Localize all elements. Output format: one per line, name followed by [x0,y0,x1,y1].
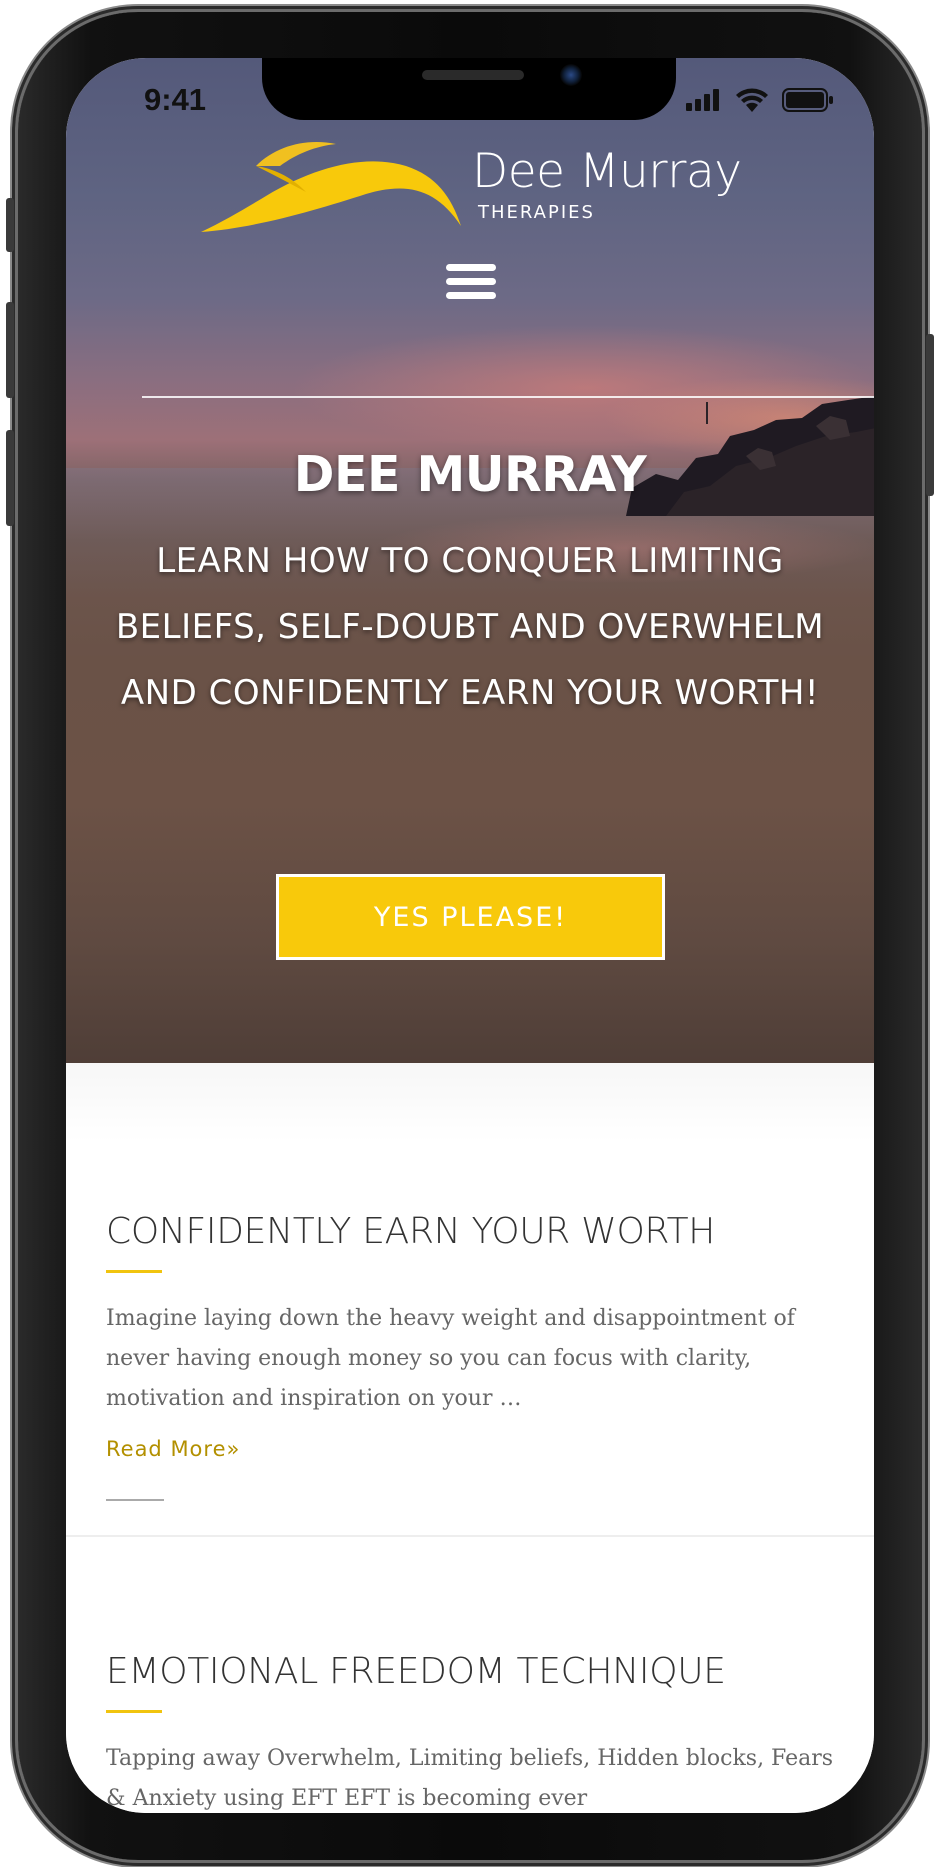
post-excerpt: Imagine laying down the heavy weight and… [106,1306,795,1411]
hero-divider [142,396,874,398]
post-excerpt: Tapping away Overwhelm, Limiting beliefs… [106,1746,834,1811]
wifi-icon [736,88,768,112]
speaker-grille [422,70,524,80]
read-more-link[interactable]: Read More» [106,1437,240,1461]
title-underline [106,1270,162,1273]
status-time: 9:41 [144,82,207,117]
post-title[interactable]: CONFIDENTLY EARN YOUR WORTH [106,1211,836,1252]
post-card: EMOTIONAL FREEDOM TECHNIQUE Tapping away… [106,1651,836,1813]
menu-bar-bottom [446,292,496,299]
status-bar: 9:41 [66,58,874,128]
menu-bar-top [446,264,496,271]
brand-name: Dee Murray [472,144,742,199]
post-separator [106,1499,164,1501]
yes-please-button[interactable]: YES PLEASE! [276,874,665,960]
side-button-volume-up [6,302,14,398]
hero-tagline: LEARN HOW TO CONQUER LIMITING BELIEFS, S… [115,541,825,713]
front-camera [560,64,582,86]
device-notch [262,58,676,120]
posts-section: CONFIDENTLY EARN YOUR WORTH Imagine layi… [66,1063,874,1813]
post-title[interactable]: EMOTIONAL FREEDOM TECHNIQUE [106,1651,836,1692]
brand-subtitle: THERAPIES [478,202,595,223]
hero-title: DEE MURRAY [293,446,647,503]
section-divider [66,1535,874,1537]
menu-bar-middle [446,278,496,285]
battery-icon [782,88,833,112]
status-icons [686,88,834,112]
side-button-silent [6,198,14,252]
post-card: CONFIDENTLY EARN YOUR WORTH Imagine layi… [106,1211,836,1501]
signal-icon [686,89,719,111]
phone-screen: 9:41 Dee Murray THERAPIES DEE MURRAY LEA… [66,58,874,1813]
side-button-volume-down [6,430,14,526]
hero-section: 9:41 Dee Murray THERAPIES DEE MURRAY LEA… [66,58,874,1063]
side-button-power [926,334,934,496]
hamburger-menu-icon[interactable] [446,264,496,306]
title-underline [106,1710,162,1713]
